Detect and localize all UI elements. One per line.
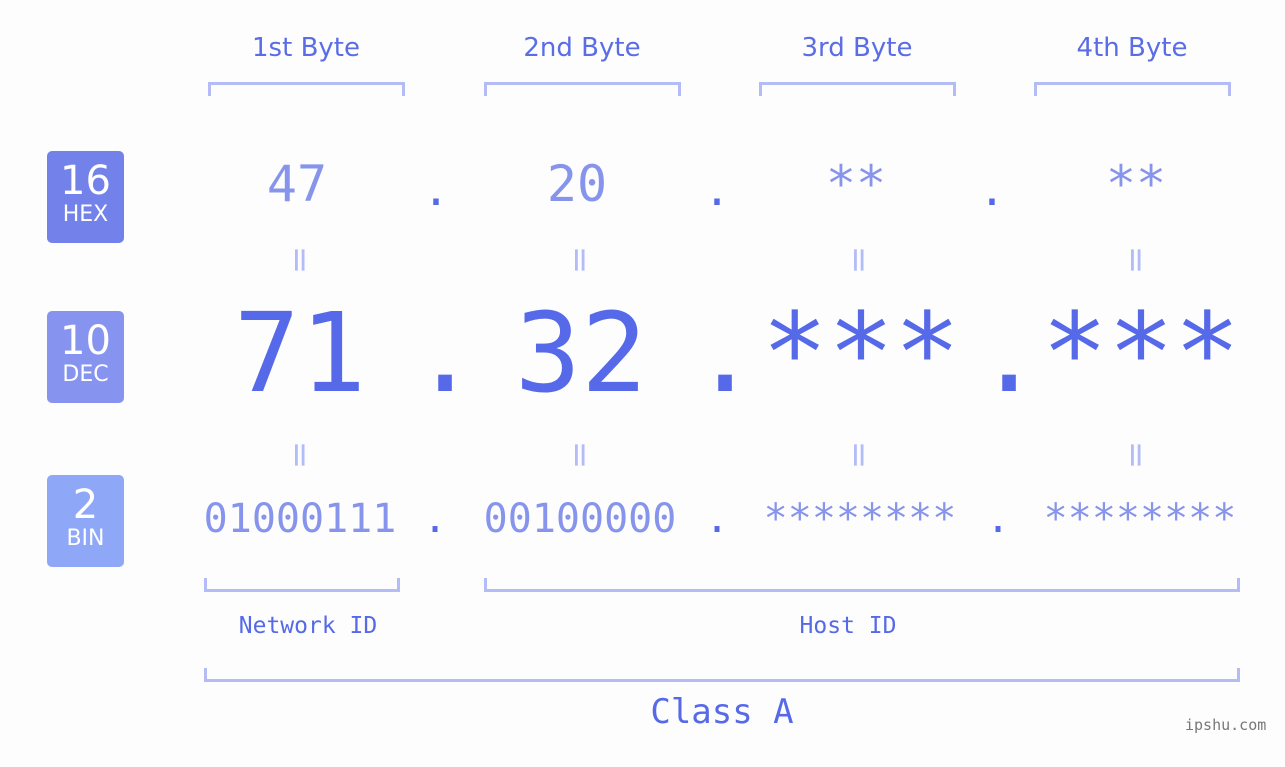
class-label: Class A bbox=[650, 692, 794, 732]
hex-dot-2: . bbox=[703, 165, 731, 216]
host-id-bracket bbox=[484, 578, 1240, 592]
byte-header-3: 3rd Byte bbox=[801, 33, 913, 63]
dec-byte-2: 32 bbox=[514, 289, 648, 417]
byte-bracket-1 bbox=[208, 82, 405, 96]
hex-base: 16 bbox=[60, 158, 111, 204]
bin-dot-3: . bbox=[985, 496, 1011, 542]
equals-icon: = bbox=[839, 245, 879, 275]
hex-byte-2: 20 bbox=[546, 155, 608, 213]
dec-dot-2: . bbox=[692, 289, 759, 417]
bin-byte-3: ******** bbox=[763, 496, 957, 542]
hex-dot-3: . bbox=[978, 165, 1006, 216]
equals-icon: = bbox=[280, 245, 320, 275]
byte-bracket-3 bbox=[759, 82, 956, 96]
network-id-bracket bbox=[204, 578, 400, 592]
hex-badge: 16 HEX bbox=[47, 151, 124, 243]
network-id-label: Network ID bbox=[238, 613, 378, 639]
equals-icon: = bbox=[1116, 440, 1156, 470]
host-id-label: Host ID bbox=[799, 613, 897, 639]
dec-dot-1: . bbox=[412, 289, 479, 417]
hex-label: HEX bbox=[62, 202, 109, 227]
brand-watermark: ipshu.com bbox=[1185, 716, 1267, 734]
byte-bracket-2 bbox=[484, 82, 681, 96]
byte-header-1: 1st Byte bbox=[252, 33, 360, 63]
equals-icon: = bbox=[560, 440, 600, 470]
dec-byte-3: *** bbox=[761, 289, 961, 417]
equals-icon: = bbox=[280, 440, 320, 470]
dec-base: 10 bbox=[60, 318, 111, 364]
equals-icon: = bbox=[839, 440, 879, 470]
equals-icon: = bbox=[1116, 245, 1156, 275]
dec-byte-1: 71 bbox=[233, 289, 367, 417]
byte-header-4: 4th Byte bbox=[1076, 33, 1188, 63]
bin-label: BIN bbox=[66, 526, 105, 551]
dec-byte-4: *** bbox=[1041, 289, 1241, 417]
dec-label: DEC bbox=[62, 362, 109, 387]
dec-dot-3: . bbox=[976, 289, 1043, 417]
bin-byte-1: 01000111 bbox=[203, 496, 397, 542]
bin-byte-4: ******** bbox=[1043, 496, 1237, 542]
equals-icon: = bbox=[560, 245, 600, 275]
byte-header-2: 2nd Byte bbox=[523, 33, 641, 63]
bin-dot-2: . bbox=[704, 496, 730, 542]
bin-base: 2 bbox=[72, 482, 99, 528]
class-bracket bbox=[204, 668, 1240, 682]
bin-byte-2: 00100000 bbox=[483, 496, 677, 542]
hex-byte-3: ** bbox=[825, 155, 887, 213]
bin-badge: 2 BIN bbox=[47, 475, 124, 567]
dec-badge: 10 DEC bbox=[47, 311, 124, 403]
byte-bracket-4 bbox=[1034, 82, 1231, 96]
hex-dot-1: . bbox=[422, 165, 450, 216]
hex-byte-4: ** bbox=[1105, 155, 1167, 213]
hex-byte-1: 47 bbox=[266, 155, 328, 213]
bin-dot-1: . bbox=[422, 496, 448, 542]
